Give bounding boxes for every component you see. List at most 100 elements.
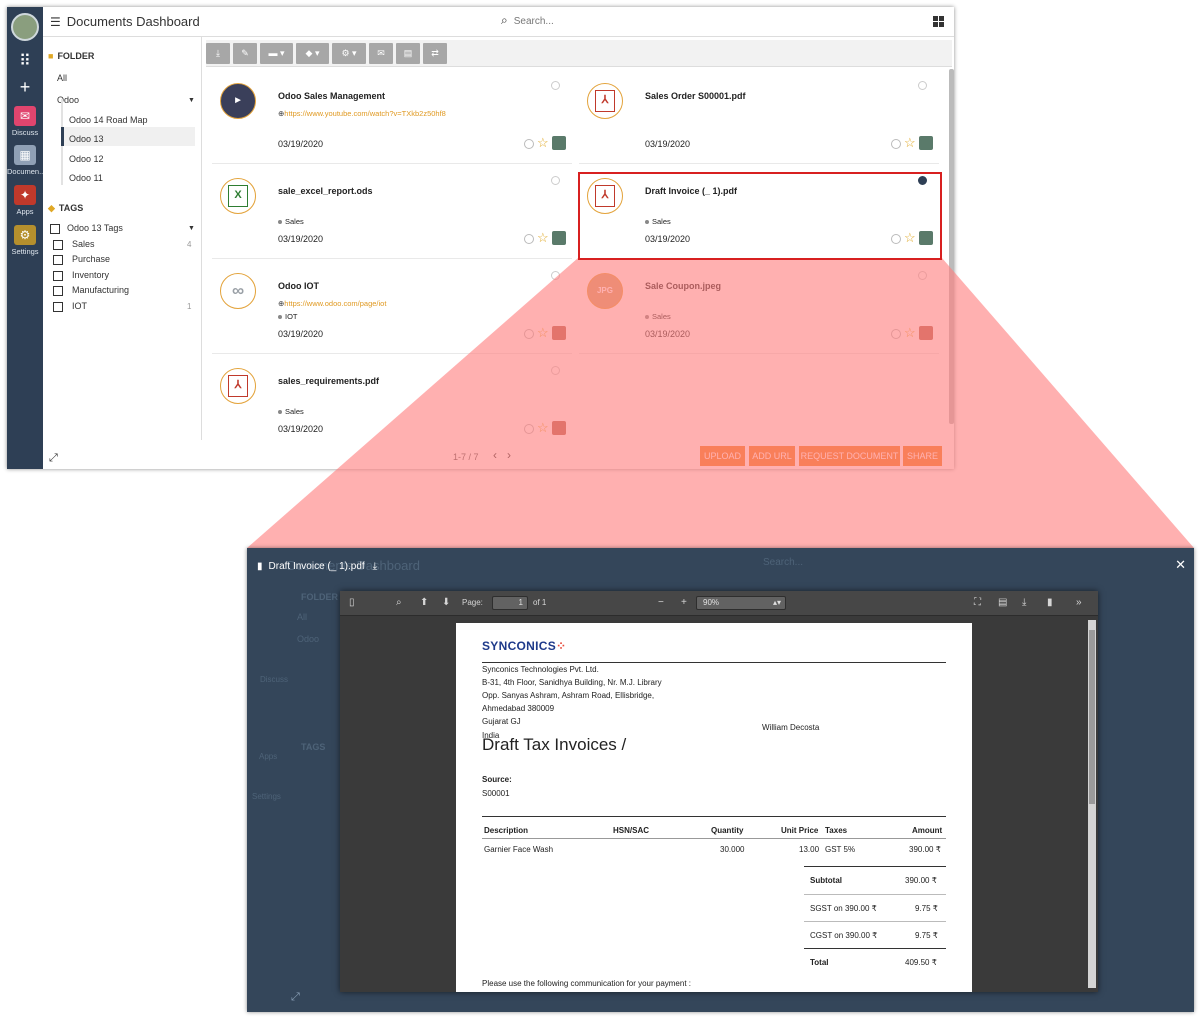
sidebar-toggle-icon[interactable]: ▯: [349, 597, 355, 608]
bookmark-icon[interactable]: ▮: [1047, 597, 1053, 608]
upload-button[interactable]: UPLOAD: [700, 446, 745, 466]
company-address-line: B-31, 4th Floor, Sanidhya Building, Nr. …: [482, 678, 662, 687]
kanban-view-icon[interactable]: [933, 16, 944, 27]
open-file-icon[interactable]: ▤: [998, 597, 1007, 608]
document-card[interactable]: ∞ Odoo IOT ⊕https://www.odoo.com/page/io…: [212, 259, 572, 354]
tools-chevron-icon[interactable]: »: [1076, 597, 1082, 608]
tag-checkbox-sales[interactable]: [53, 240, 63, 250]
tag-checkbox-manufacturing[interactable]: [53, 286, 63, 296]
totals-top-rule: [804, 866, 946, 867]
background-tags-heading: TAGS: [301, 742, 326, 752]
total-value: 409.50 ₹: [905, 958, 937, 967]
tag-checkbox-purchase[interactable]: [53, 255, 63, 265]
kanban-scrollbar[interactable]: [949, 69, 954, 424]
document-card[interactable]: ⅄ sales_requirements.pdf Sales 03/19/202…: [212, 354, 572, 440]
edit-button[interactable]: ✎: [233, 43, 257, 64]
rail-app-apps[interactable]: ✦ Apps: [7, 185, 43, 216]
close-icon[interactable]: ✕: [1175, 557, 1186, 573]
add-url-button[interactable]: ADD URL: [749, 446, 795, 466]
folder-dropdown-button[interactable]: ▬ ▾: [260, 43, 293, 64]
previous-page-icon[interactable]: ⬆: [420, 597, 428, 608]
rail-app-discuss[interactable]: ✉ Discuss: [7, 106, 43, 137]
tag-group-checkbox[interactable]: [50, 224, 60, 234]
folder-odoo-12[interactable]: Odoo 12: [69, 154, 104, 164]
document-card[interactable]: JPG Sale Coupon.jpeg Sales 03/19/2020 ☆: [579, 259, 939, 354]
zoom-out-icon[interactable]: −: [658, 597, 664, 608]
card-icons: ☆: [524, 135, 572, 152]
pdf-scrollbar[interactable]: [1088, 620, 1096, 988]
select-radio[interactable]: [551, 176, 560, 185]
logo-dots-icon: ⁘: [556, 639, 567, 653]
favorite-star-icon[interactable]: ☆: [537, 230, 549, 246]
prev-page-icon[interactable]: ‹: [493, 448, 507, 462]
favorite-star-icon[interactable]: ☆: [904, 135, 916, 151]
tag-count-iot: 1: [187, 302, 192, 311]
user-avatar[interactable]: [11, 13, 39, 41]
tag-dropdown-button[interactable]: ◆ ▾: [296, 43, 329, 64]
document-date: 03/19/2020: [278, 424, 324, 434]
favorite-star-icon[interactable]: ☆: [537, 420, 549, 436]
activity-clock-icon[interactable]: [524, 424, 534, 434]
line-description: Garnier Face Wash: [484, 845, 554, 854]
document-card[interactable]: ▶ Odoo Sales Management ⊕https://www.you…: [212, 69, 572, 164]
pager-value[interactable]: 1-7 / 7: [453, 452, 479, 462]
download-button[interactable]: ⤓: [206, 43, 230, 64]
card-icons: ☆: [891, 325, 939, 342]
tag-group-caret-icon[interactable]: ▼: [188, 225, 195, 232]
background-expand-icon: ⤢: [291, 991, 300, 1003]
favorite-star-icon[interactable]: ☆: [537, 135, 549, 151]
activity-clock-icon[interactable]: [891, 139, 901, 149]
activity-clock-icon[interactable]: [524, 329, 534, 339]
replace-button[interactable]: ⇄: [423, 43, 447, 64]
folder-all[interactable]: All: [57, 73, 67, 83]
rail-app-settings[interactable]: ⚙ Settings: [7, 225, 43, 256]
search-box[interactable]: ⌕ Search...: [501, 13, 554, 28]
apps-grid-icon[interactable]: ⠿: [7, 53, 43, 71]
document-date: 03/19/2020: [645, 139, 691, 149]
favorite-star-icon[interactable]: ☆: [904, 325, 916, 341]
action-dropdown-button[interactable]: ⚙ ▾: [332, 43, 366, 64]
folder-odoo-11[interactable]: Odoo 11: [69, 173, 103, 183]
document-card[interactable]: ⅄ Sales Order S00001.pdf 03/19/2020 ☆: [579, 69, 939, 164]
document-card[interactable]: X sale_excel_report.ods Sales 03/19/2020…: [212, 164, 572, 259]
spreadsheet-icon-letter: X: [228, 185, 248, 207]
document-url[interactable]: ⊕https://www.youtube.com/watch?v=TXkb2z5…: [278, 109, 446, 118]
select-radio[interactable]: [918, 271, 927, 280]
share-button[interactable]: SHARE: [903, 446, 942, 466]
download-pdf-icon[interactable]: ⤓: [1022, 597, 1026, 608]
activity-clock-icon[interactable]: [891, 329, 901, 339]
select-radio[interactable]: [551, 271, 560, 280]
next-page-icon[interactable]: ⬇: [442, 597, 450, 608]
owner-avatar: [919, 326, 933, 340]
menu-icon[interactable]: ☰: [50, 15, 61, 29]
folder-caret-icon[interactable]: ▼: [188, 97, 195, 104]
select-radio[interactable]: [551, 81, 560, 90]
sgst-value: 9.75 ₹: [915, 904, 938, 913]
tag-checkbox-inventory[interactable]: [53, 271, 63, 281]
folder-odoo-14-road-map[interactable]: Odoo 14 Road Map: [69, 115, 148, 125]
zoom-select[interactable]: 90% ▴▾: [696, 596, 786, 610]
archive-button[interactable]: ▤: [396, 43, 420, 64]
expand-icon[interactable]: ⤢: [49, 452, 58, 465]
activity-clock-icon[interactable]: [524, 234, 534, 244]
activity-clock-icon[interactable]: [524, 139, 534, 149]
chat-button[interactable]: ✉: [369, 43, 393, 64]
find-icon[interactable]: ⌕: [396, 597, 402, 608]
fullscreen-icon[interactable]: ⛶: [974, 597, 981, 608]
document-tag: Sales: [278, 217, 304, 226]
document-url[interactable]: ⊕https://www.odoo.com/page/iot: [278, 299, 386, 308]
background-search: Search...: [763, 557, 804, 568]
next-page-icon[interactable]: ›: [507, 448, 521, 462]
download-icon[interactable]: ⤓: [373, 561, 377, 572]
image-thumbnail: JPG: [587, 273, 623, 309]
select-radio[interactable]: [918, 81, 927, 90]
select-radio[interactable]: [551, 366, 560, 375]
folder-odoo-13[interactable]: Odoo 13: [69, 134, 104, 144]
plus-icon[interactable]: +: [7, 78, 43, 96]
request-document-button[interactable]: REQUEST DOCUMENT: [799, 446, 900, 466]
tag-checkbox-iot[interactable]: [53, 302, 63, 312]
favorite-star-icon[interactable]: ☆: [537, 325, 549, 341]
rail-app-documents[interactable]: ▦ Documen...: [7, 145, 43, 176]
page-number-input[interactable]: 1: [492, 596, 528, 610]
zoom-in-icon[interactable]: +: [681, 597, 687, 608]
